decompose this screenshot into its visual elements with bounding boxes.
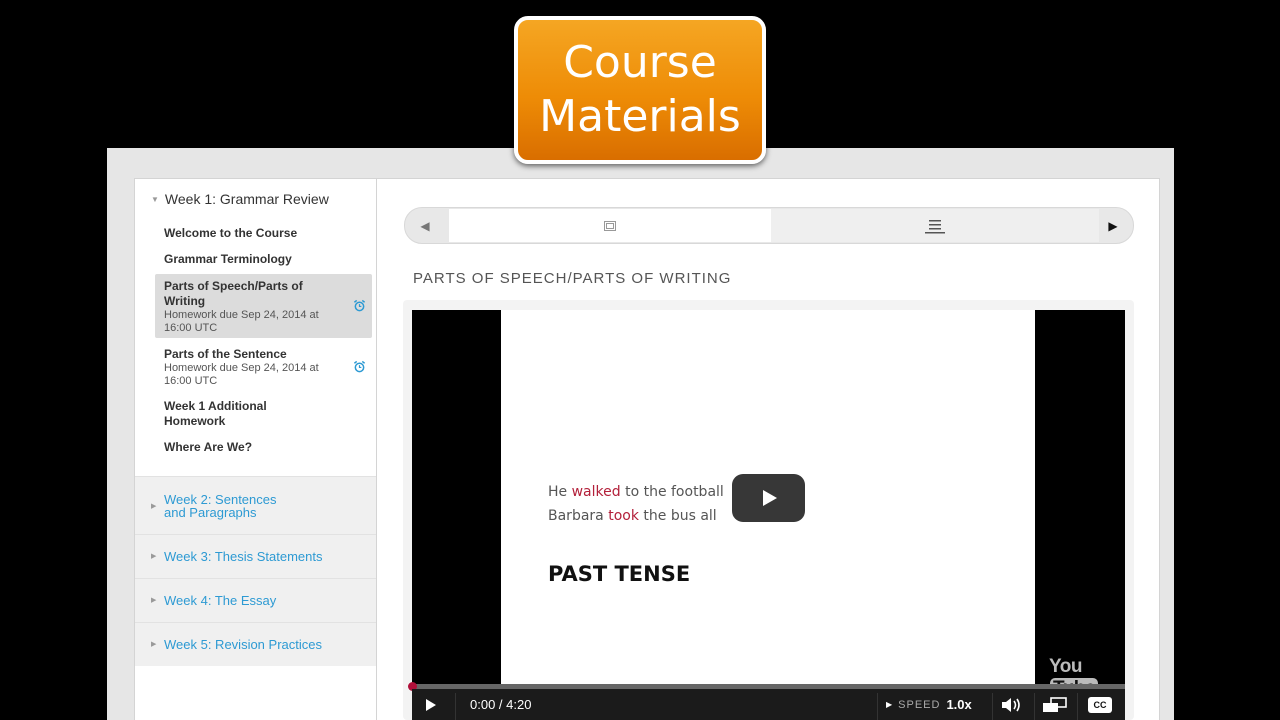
alarm-clock-icon [353,299,366,312]
popout-button[interactable] [1042,689,1068,720]
volume-button[interactable] [1001,689,1023,720]
sidebar-week-5[interactable]: ▶ Week 5: Revision Practices [135,622,376,666]
list-icon [925,219,945,233]
volume-icon [1002,697,1020,712]
slides-icon [604,220,616,231]
sidebar-item-label-2: Writing [164,294,206,308]
speed-value: 1.0x [946,697,972,712]
speed-control[interactable]: ▶ SPEED 1.0x [886,689,972,720]
cc-icon: CC [1088,696,1112,713]
sidebar-week-3[interactable]: ▶ Week 3: Thesis Statements [135,534,376,578]
homework-due-text: Homework due Sep 24, 2014 at [164,362,319,374]
week-4-label: Week 4: The Essay [164,593,277,608]
badge-line-2: Materials [539,91,741,142]
slide-line-1: He walked to the football [548,484,724,500]
caret-right-icon: ▶ [151,641,157,648]
sidebar-item-label-2: Homework [164,414,226,428]
divider [877,693,878,720]
sidebar-item-parts-of-sentence[interactable]: Parts of the Sentence Homework due Sep 2… [164,347,319,388]
sidebar-item-label: Where Are We? [164,440,253,454]
play-icon [762,490,777,506]
next-button[interactable]: ▶ [1095,208,1131,243]
caret-right-icon: ▶ [151,503,157,510]
divider [1077,693,1078,720]
play-button[interactable] [425,689,437,720]
alarm-clock-icon [353,360,366,373]
slide-text: the bus all [638,508,717,524]
popout-icon [1043,696,1067,712]
slide-text: He [548,484,572,500]
homework-due-time: 16:00 UTC [164,375,218,387]
chevron-left-icon: ◀ [420,218,430,233]
big-play-button[interactable] [732,474,805,522]
sidebar-item-where-are-we[interactable]: Where Are We? [164,440,252,455]
sidebar-item-label: Parts of the Sentence [164,347,287,361]
video-player[interactable]: He walked to the football Barbara took t… [408,310,1125,720]
homework-due-time: 16:00 UTC [164,322,218,334]
nav-tab-list[interactable] [771,209,1099,242]
badge-line-1: Course [563,37,717,88]
page-title: PARTS OF SPEECH/PARTS OF WRITING [413,270,732,287]
sidebar-item-week1-additional[interactable]: Week 1 Additional Homework [164,399,267,429]
slide-title: PAST TENSE [548,562,691,586]
cc-button[interactable]: CC [1088,689,1112,720]
caret-right-icon: ▶ [151,553,157,560]
sidebar-item-grammar-terminology[interactable]: Grammar Terminology [164,252,292,267]
week-1-header[interactable]: ▼ Week 1: Grammar Review [151,191,329,207]
caret-right-icon: ▶ [151,597,157,604]
prev-button[interactable]: ◀ [407,208,443,243]
slide-text: to the football [620,484,724,500]
time-display: 0:00 / 4:20 [470,697,532,712]
sidebar-item-label: Welcome to the Course [164,226,298,240]
sidebar-week-2[interactable]: ▶ Week 2: Sentences and Paragraphs [135,476,376,534]
sidebar-item-label: Week 1 Additional [164,399,267,413]
nav-tab-slides[interactable] [449,209,771,242]
slide-verb: took [608,508,639,524]
divider [1034,693,1035,720]
week-2-label-2: and Paragraphs [164,505,257,520]
slide-text: Barbara [548,508,609,524]
week-3-label: Week 3: Thesis Statements [164,549,323,564]
speed-label: SPEED [898,698,941,711]
sequence-nav: ◀ ▶ [404,207,1134,244]
sidebar-item-label: Parts of Speech/Parts of [164,279,303,293]
caret-right-icon: ▶ [886,700,893,709]
divider [992,693,993,720]
sidebar-week-4[interactable]: ▶ Week 4: The Essay [135,578,376,622]
homework-due-text: Homework due Sep 24, 2014 at [164,309,319,321]
week-5-label: Week 5: Revision Practices [164,637,322,652]
course-materials-badge: Course Materials [514,16,766,164]
caret-down-icon: ▼ [151,195,159,204]
slide-verb: walked [571,484,621,500]
week-1-title: Week 1: Grammar Review [164,191,329,207]
sidebar-item-parts-of-speech[interactable]: Parts of Speech/Parts of Writing Homewor… [164,279,319,335]
sidebar-item-label: Grammar Terminology [164,252,292,266]
chevron-right-icon: ▶ [1108,218,1118,233]
play-icon [426,698,436,711]
divider [455,693,456,720]
logo-text: You [1049,656,1082,677]
sidebar-item-welcome[interactable]: Welcome to the Course [164,226,297,241]
video-controls: 0:00 / 4:20 ▶ SPEED 1.0x CC [412,689,1125,720]
slide-line-2: Barbara took the bus all [548,508,717,524]
course-sidebar: ▼ Week 1: Grammar Review Welcome to the C… [134,178,377,720]
